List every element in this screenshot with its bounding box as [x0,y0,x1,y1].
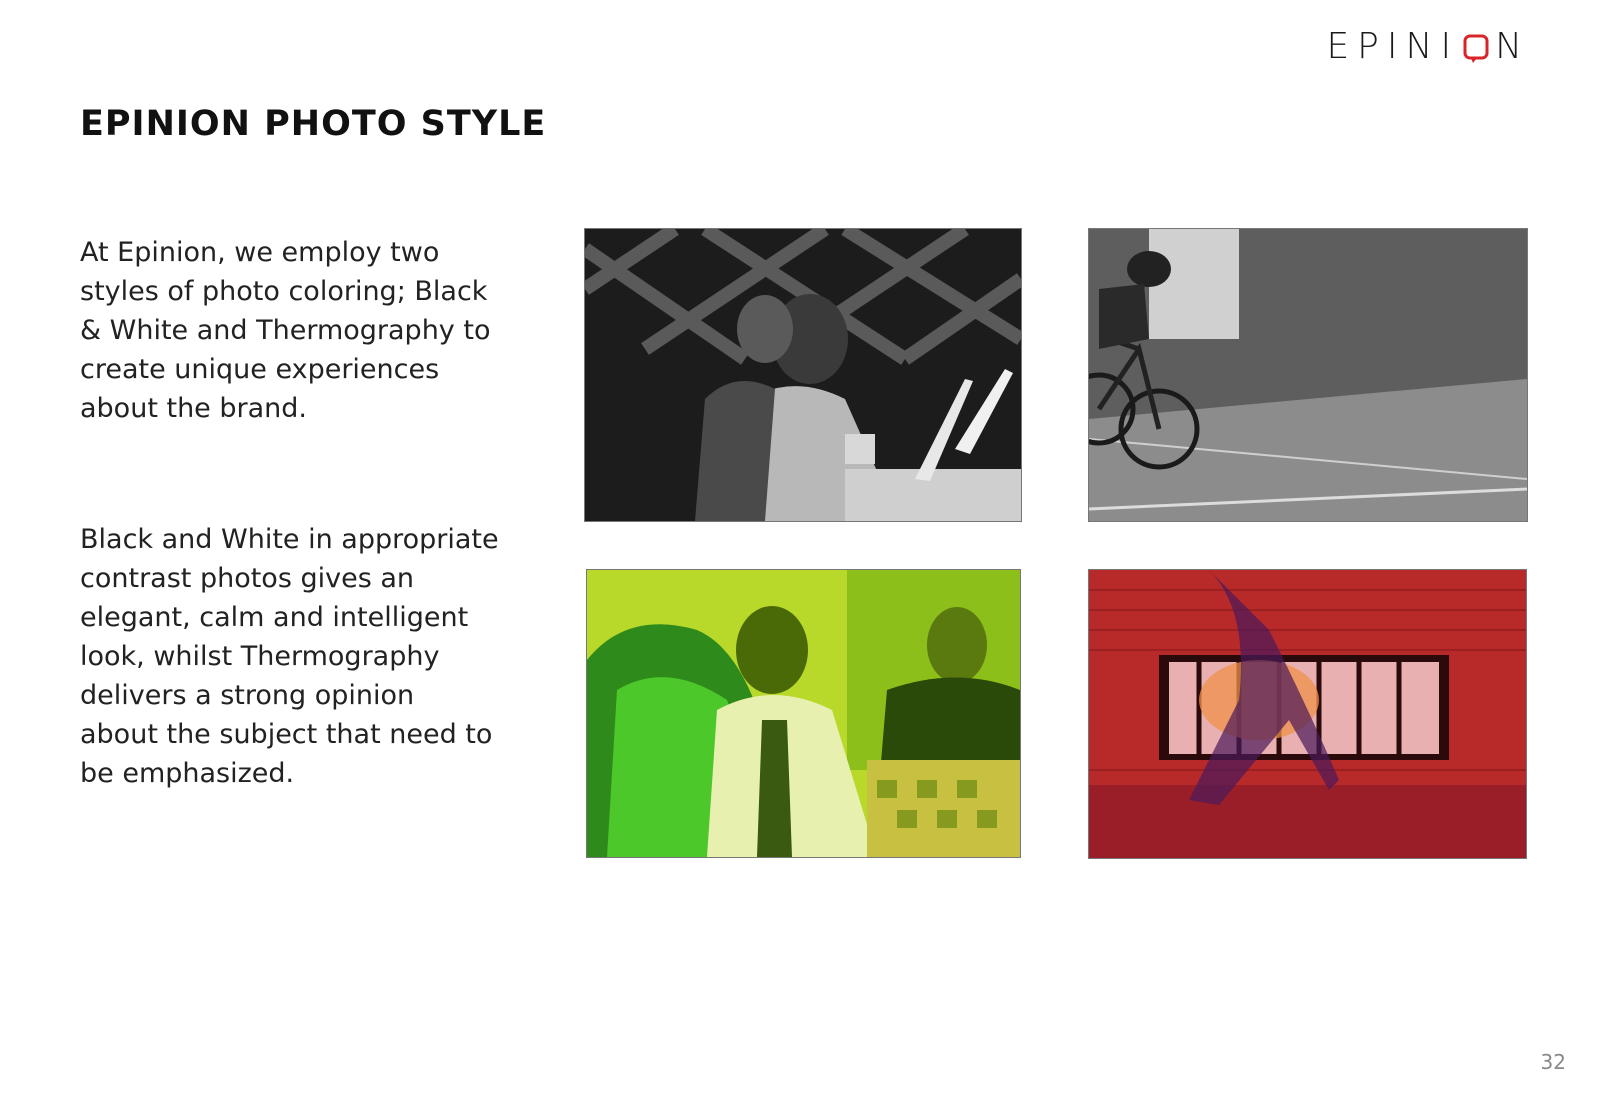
page-title: EPINION PHOTO STYLE [80,104,547,144]
intro-paragraph: At Epinion, we employ two styles of phot… [80,237,491,424]
logo-text-left: EPINI [1326,26,1460,67]
photo-cyclist [1088,228,1528,522]
page-number: 32 [1540,1050,1566,1074]
logo-text-right: N [1495,26,1530,67]
speech-bubble-o-icon [1463,32,1489,63]
description-paragraph: Black and White in appropriate contrast … [80,524,499,789]
photo-walker-red [1088,569,1527,859]
epinion-logo: EPINI N [1326,26,1530,67]
photo-laptop-workers [584,228,1022,522]
photo-meeting-green [586,569,1021,858]
